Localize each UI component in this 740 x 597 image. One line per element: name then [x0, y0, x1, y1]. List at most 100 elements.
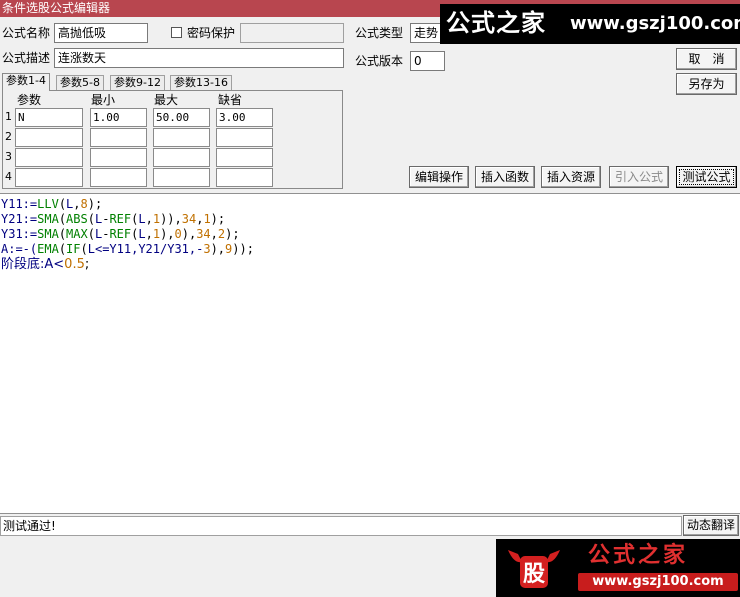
code-token: )), — [160, 212, 182, 226]
code-token: A:=-( — [1, 242, 38, 256]
code-token: )); — [232, 242, 254, 256]
bull-logo-icon: 股 — [508, 550, 560, 588]
param-name-cell[interactable] — [15, 168, 83, 187]
insert-resource-button[interactable]: 插入资源 — [541, 166, 601, 188]
tab-params-1-4[interactable]: 参数1-4 — [2, 73, 50, 91]
password-input[interactable] — [240, 23, 344, 43]
insert-function-button[interactable]: 插入函数 — [475, 166, 535, 188]
dynamic-translate-button[interactable]: 动态翻译 — [683, 515, 739, 536]
watermark-url: www.gszj100.com — [578, 573, 738, 591]
param-default-cell[interactable] — [216, 128, 273, 147]
code-token: , — [210, 227, 218, 241]
code-line: Y11:=LLV(L,8); — [1, 197, 740, 212]
code-token: 0.5 — [64, 257, 85, 272]
param-name-cell[interactable] — [15, 128, 83, 147]
password-protect-label: 密码保护 — [187, 26, 236, 40]
code-token: <=Y11,Y21/Y31,- — [94, 242, 204, 256]
param-name-cell[interactable] — [15, 148, 83, 167]
code-token: 34 — [181, 212, 197, 226]
code-token: , — [145, 212, 153, 226]
code-token: ), — [210, 242, 226, 256]
tab-params-9-12[interactable]: 参数9-12 — [110, 75, 165, 91]
param-header-name: 参数 — [17, 93, 42, 107]
param-min-cell[interactable] — [90, 148, 147, 167]
edit-operations-button[interactable]: 编辑操作 — [409, 166, 469, 188]
import-formula-button[interactable]: 引入公式 — [609, 166, 669, 188]
code-token: 1 — [203, 212, 211, 226]
param-max-cell[interactable] — [153, 128, 210, 147]
code-token: L — [87, 242, 95, 256]
param-max-cell[interactable] — [153, 168, 210, 187]
param-row-number: 4 — [5, 170, 12, 183]
code-token: ( — [58, 227, 67, 241]
param-table: 参数 最小 最大 缺省 1 N 1.00 50.00 3.00 2 3 4 — [2, 90, 343, 189]
code-token: EMA — [37, 242, 59, 256]
param-min-cell[interactable]: 1.00 — [90, 108, 147, 127]
code-token: ( — [58, 242, 67, 256]
watermark-bottom: 股 公式之家 www.gszj100.com — [496, 539, 740, 597]
code-token: Y21:= — [1, 212, 38, 226]
code-token: ( — [87, 227, 95, 241]
code-token: ); — [225, 227, 240, 241]
code-token: SMA — [37, 227, 59, 241]
code-token: REF — [109, 212, 132, 226]
formula-version-label: 公式版本 — [355, 54, 404, 68]
param-min-cell[interactable] — [90, 128, 147, 147]
code-token: ( — [87, 212, 95, 226]
code-token: SMA — [37, 212, 59, 226]
param-row-number: 3 — [5, 150, 12, 163]
formula-desc-input[interactable]: 连涨数天 — [54, 48, 344, 68]
code-token: 1 — [152, 212, 161, 226]
code-token: 34 — [196, 227, 211, 241]
code-token: ); — [87, 197, 103, 211]
code-token: ( — [58, 212, 67, 226]
password-protect-checkbox[interactable] — [171, 27, 182, 38]
code-token: 1 — [152, 227, 161, 241]
code-token: MAX — [66, 227, 88, 241]
param-max-cell[interactable] — [153, 148, 210, 167]
formula-type-label: 公式类型 — [355, 26, 404, 40]
tab-params-5-8[interactable]: 参数5-8 — [56, 75, 104, 91]
cancel-button[interactable]: 取 消 — [676, 48, 737, 70]
code-token: 3 — [203, 242, 211, 256]
code-token: 0 — [174, 227, 182, 241]
code-token: , — [73, 197, 81, 211]
code-token: ), — [181, 227, 197, 241]
param-default-cell[interactable] — [216, 168, 273, 187]
status-message: 测试通过! — [0, 516, 682, 536]
test-formula-button[interactable]: 测试公式 — [676, 166, 737, 188]
param-row-number: 1 — [5, 110, 12, 123]
param-default-cell[interactable]: 3.00 — [216, 108, 273, 127]
param-row-number: 2 — [5, 130, 12, 143]
param-default-cell[interactable] — [216, 148, 273, 167]
code-line: Y31:=SMA(MAX(L-REF(L,1),0),34,2); — [1, 227, 740, 242]
code-token: IF — [66, 242, 81, 256]
code-token: ), — [160, 227, 175, 241]
formula-name-input[interactable]: 高抛低吸 — [54, 23, 148, 43]
param-name-cell[interactable]: N — [15, 108, 83, 127]
watermark-url: www.gszj100.com — [570, 13, 740, 34]
formula-name-label: 公式名称 — [2, 26, 51, 40]
code-token: 8 — [80, 197, 88, 211]
param-min-cell[interactable] — [90, 168, 147, 187]
param-header-max: 最大 — [154, 93, 179, 107]
watermark-title: 公式之家 — [446, 9, 546, 37]
code-token: ; — [84, 257, 90, 272]
tab-params-13-16[interactable]: 参数13-16 — [170, 75, 232, 91]
code-token: Y31:= — [1, 227, 38, 241]
code-line: 阶段底:A<0.5; — [1, 257, 740, 272]
code-line: A:=-(EMA(IF(L<=Y11,Y21/Y31,-3),9)); — [1, 242, 740, 257]
param-max-cell[interactable]: 50.00 — [153, 108, 210, 127]
watermark-title: 公式之家 — [588, 543, 689, 568]
formula-code-editor[interactable]: Y11:=LLV(L,8); Y21:=SMA(ABS(L-REF(L,1)),3… — [0, 193, 740, 514]
formula-desc-label: 公式描述 — [2, 51, 51, 65]
formula-version-input[interactable]: 0 — [410, 51, 445, 71]
save-as-button[interactable]: 另存为 — [676, 73, 737, 95]
code-token: ABS — [66, 212, 88, 226]
code-token: ( — [80, 242, 88, 256]
code-token: L — [138, 227, 146, 241]
code-token: LLV — [37, 197, 59, 211]
code-token: , — [145, 227, 153, 241]
param-header-min: 最小 — [91, 93, 116, 107]
code-token: ); — [210, 212, 226, 226]
